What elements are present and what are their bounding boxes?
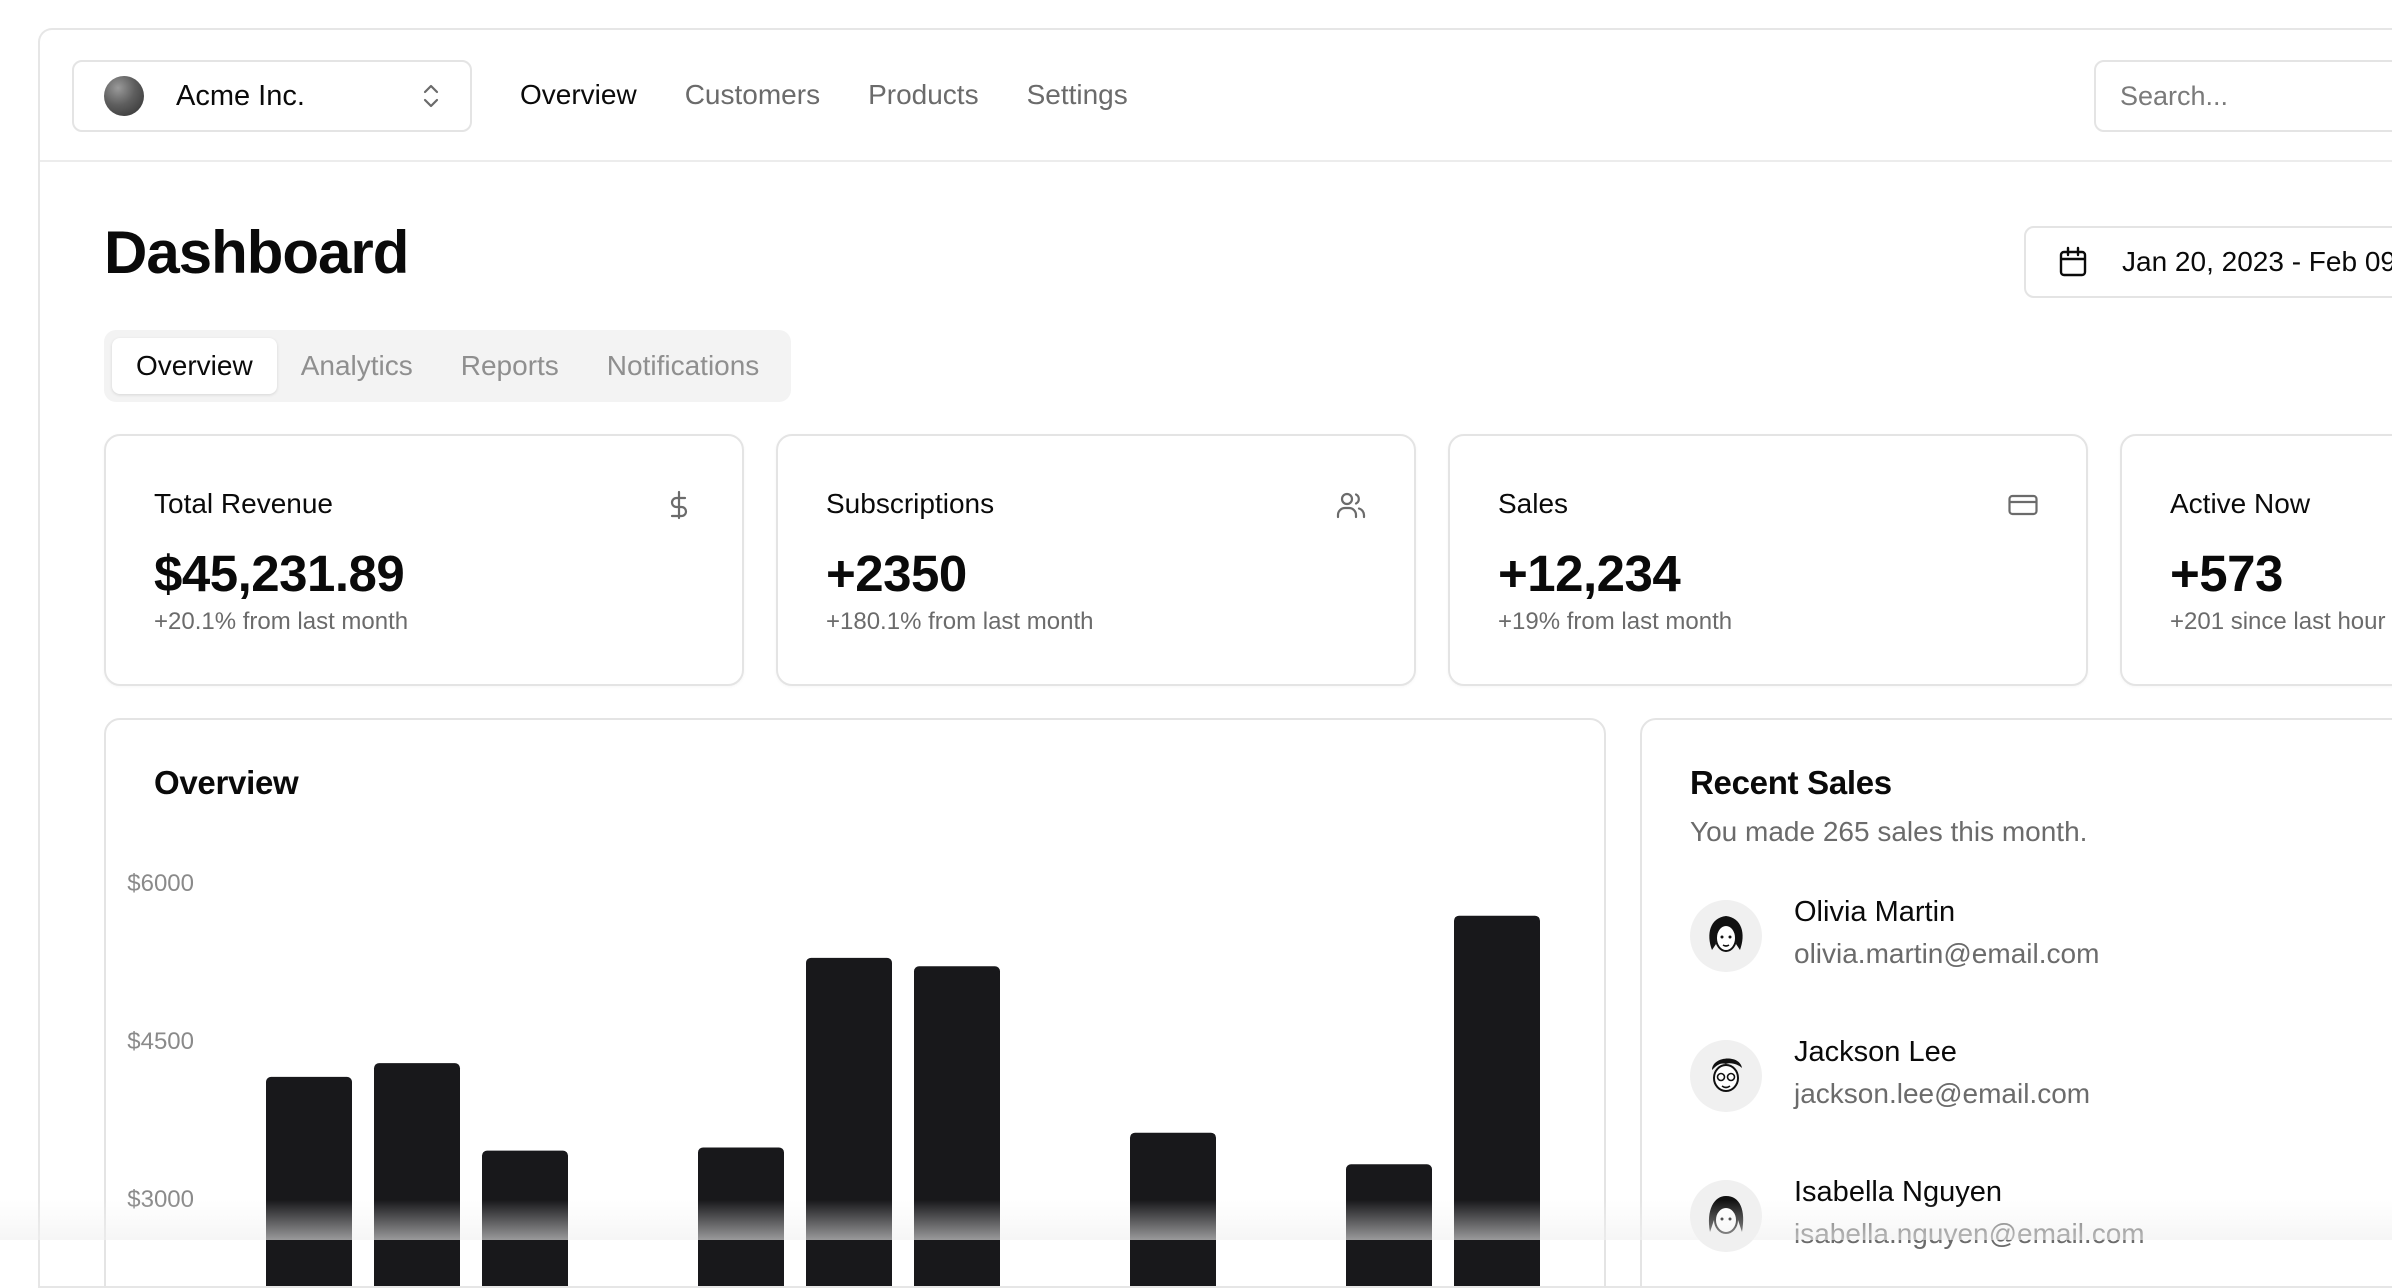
- avatar: [1690, 1040, 1762, 1112]
- overview-bar-chart: $6000 $4500 $3000: [106, 720, 1606, 1288]
- sale-customer-name: Jackson Lee: [1794, 1036, 1957, 1069]
- recent-sales-title: Recent Sales: [1690, 764, 1892, 802]
- list-item[interactable]: Isabella Nguyen isabella.nguyen@email.co…: [1690, 1180, 2390, 1270]
- credit-card-icon: [2008, 490, 2038, 520]
- chart-bar[interactable]: [482, 1151, 568, 1288]
- chart-bar[interactable]: [698, 1147, 784, 1288]
- person-avatar-icon: [1690, 1180, 1762, 1252]
- chart-bar[interactable]: [806, 958, 892, 1288]
- chart-bar[interactable]: [1346, 1164, 1432, 1288]
- tab-notifications[interactable]: Notifications: [583, 338, 784, 394]
- y-axis-tick-label: $3000: [127, 1186, 194, 1213]
- team-switcher[interactable]: Acme Inc.: [72, 60, 472, 132]
- date-range-text: Jan 20, 2023 - Feb 09, 2023: [2122, 246, 2392, 278]
- stat-label: Active Now: [2170, 488, 2310, 520]
- sale-customer-email: isabella.nguyen@email.com: [1794, 1218, 2145, 1250]
- page-title: Dashboard: [104, 218, 408, 287]
- stat-change: +201 since last hour: [2170, 608, 2385, 636]
- stat-change: +180.1% from last month: [826, 608, 1093, 636]
- stat-card-sales: Sales +12,234 +19% from last month: [1448, 434, 2088, 686]
- app-window: Acme Inc. Overview Customers Products Se…: [38, 28, 2392, 1288]
- chevrons-up-down-icon: [420, 81, 442, 111]
- stat-card-subscriptions: Subscriptions +2350 +180.1% from last mo…: [776, 434, 1416, 686]
- list-item[interactable]: Olivia Martin olivia.martin@email.com: [1690, 900, 2390, 990]
- chart-bar[interactable]: [374, 1063, 460, 1288]
- stat-label: Total Revenue: [154, 488, 333, 520]
- tab-overview[interactable]: Overview: [112, 338, 277, 394]
- stat-change: +19% from last month: [1498, 608, 1732, 636]
- person-avatar-icon: [1690, 900, 1762, 972]
- nav-link-overview[interactable]: Overview: [520, 79, 637, 111]
- team-name: Acme Inc.: [176, 80, 420, 113]
- sale-customer-name: Isabella Nguyen: [1794, 1176, 2002, 1209]
- stat-label: Sales: [1498, 488, 1568, 520]
- chart-bar[interactable]: [1454, 916, 1540, 1288]
- nav-link-products[interactable]: Products: [868, 79, 979, 111]
- chart-bar[interactable]: [1130, 1133, 1216, 1288]
- person-avatar-icon: [1690, 1040, 1762, 1112]
- overview-chart-panel: Overview $6000$4500$3000: [104, 718, 1606, 1288]
- stat-value: +12,234: [1498, 544, 1680, 603]
- sale-customer-name: Olivia Martin: [1794, 896, 1955, 929]
- stat-value: $45,231.89: [154, 544, 404, 603]
- y-axis-tick-label: $4500: [127, 1028, 194, 1055]
- recent-sales-subtitle: You made 265 sales this month.: [1690, 816, 2087, 848]
- recent-sales-panel: Recent Sales You made 265 sales this mon…: [1640, 718, 2392, 1288]
- list-item[interactable]: Jackson Lee jackson.lee@email.com: [1690, 1040, 2390, 1130]
- search-input[interactable]: [2094, 60, 2392, 132]
- calendar-icon: [2058, 246, 2088, 278]
- stat-change: +20.1% from last month: [154, 608, 408, 636]
- date-range-picker[interactable]: Jan 20, 2023 - Feb 09, 2023: [2024, 226, 2392, 298]
- avatar: [1690, 900, 1762, 972]
- stat-label: Subscriptions: [826, 488, 994, 520]
- dashboard-tabs: Overview Analytics Reports Notifications: [104, 330, 791, 402]
- users-icon: [1336, 490, 1366, 520]
- team-avatar: [104, 76, 144, 116]
- main-nav: Overview Customers Products Settings: [520, 30, 1128, 160]
- sale-customer-email: jackson.lee@email.com: [1794, 1078, 2090, 1110]
- stat-value: +2350: [826, 544, 967, 603]
- tab-analytics[interactable]: Analytics: [277, 338, 437, 394]
- stat-card-total-revenue: Total Revenue $45,231.89 +20.1% from las…: [104, 434, 744, 686]
- stat-card-active-now: Active Now +573 +201 since last hour: [2120, 434, 2392, 686]
- stat-value: +573: [2170, 544, 2283, 603]
- nav-link-settings[interactable]: Settings: [1027, 79, 1128, 111]
- top-navigation-bar: Acme Inc. Overview Customers Products Se…: [40, 30, 2392, 162]
- nav-link-customers[interactable]: Customers: [685, 79, 820, 111]
- dollar-icon: [664, 490, 694, 520]
- sale-customer-email: olivia.martin@email.com: [1794, 938, 2099, 970]
- y-axis-tick-label: $6000: [127, 870, 194, 897]
- avatar: [1690, 1180, 1762, 1252]
- tab-reports[interactable]: Reports: [437, 338, 583, 394]
- chart-bar[interactable]: [266, 1077, 352, 1288]
